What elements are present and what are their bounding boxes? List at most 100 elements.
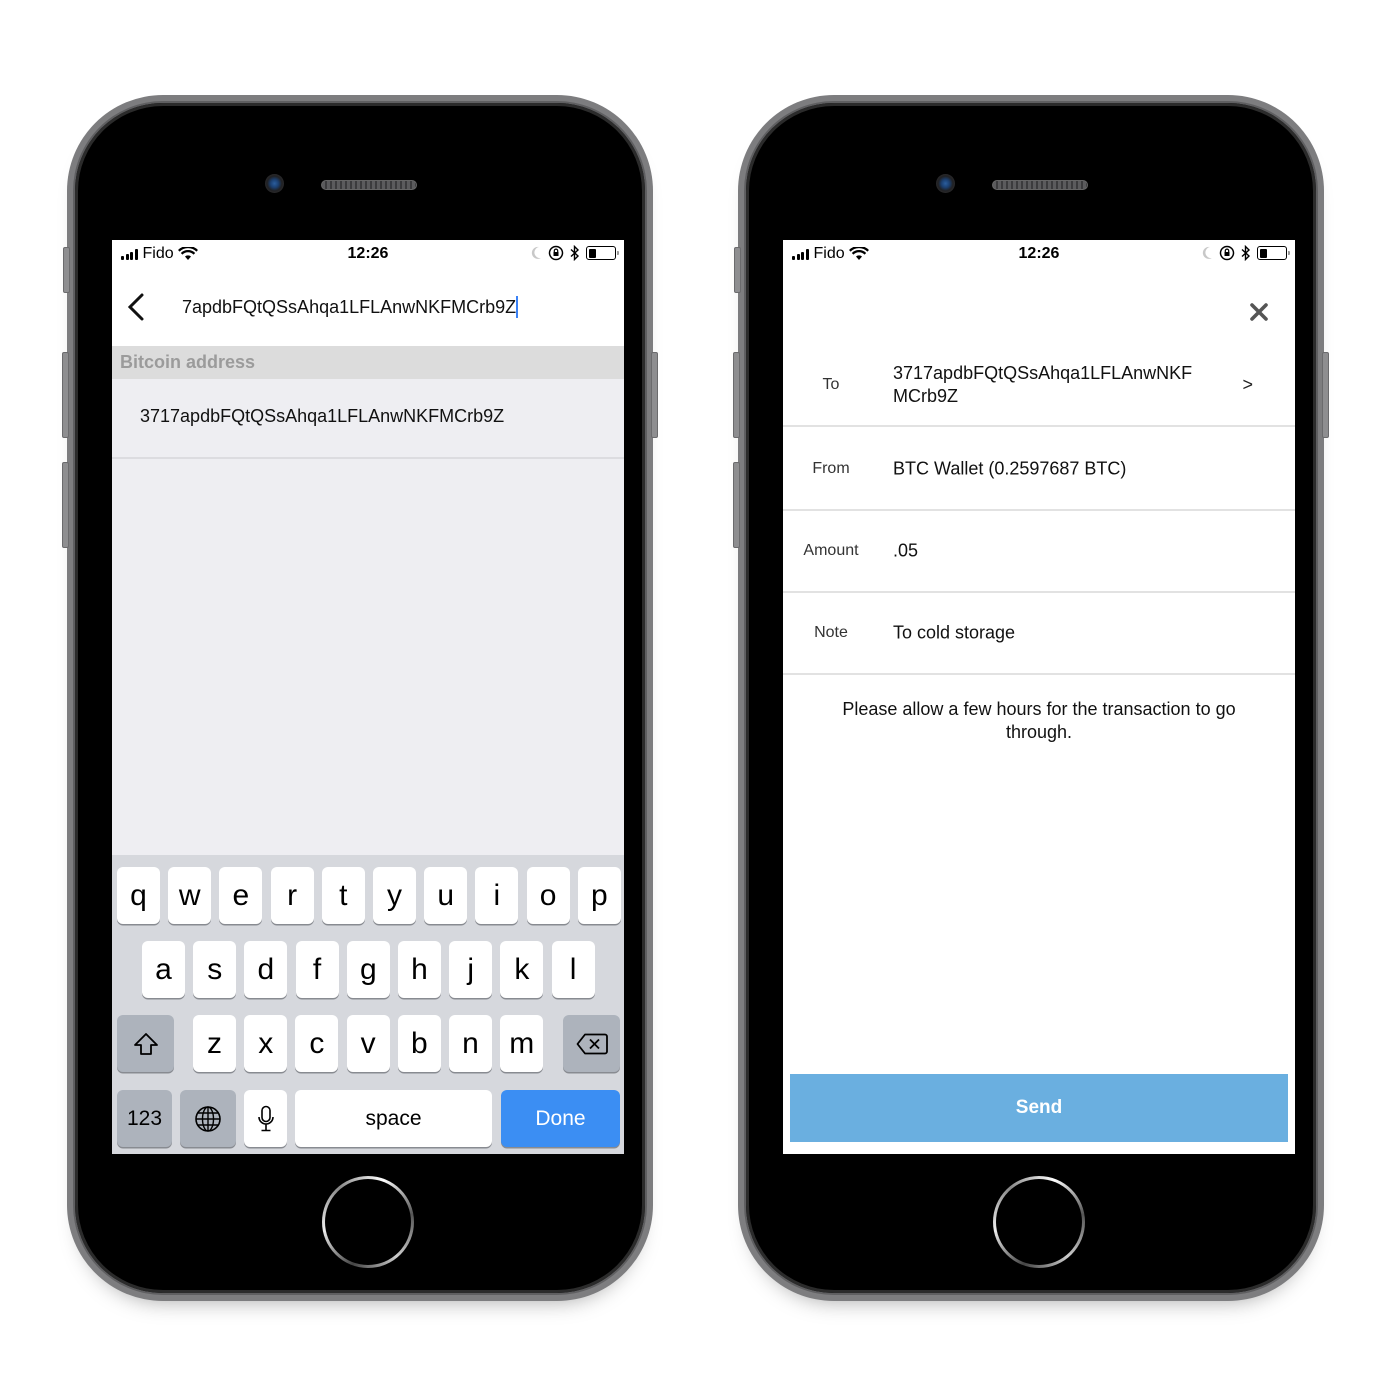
home-button[interactable] xyxy=(322,1176,414,1268)
earpiece-speaker xyxy=(992,180,1088,190)
key-f[interactable]: f xyxy=(295,941,339,998)
key-i[interactable]: i xyxy=(475,867,519,924)
phone-frame-left: Fido 12:26 7apdbFQtQSsAhqa1LFLAnwNKFMCrb… xyxy=(62,95,658,1301)
key-label: z xyxy=(207,1026,222,1060)
key-label: m xyxy=(509,1026,535,1060)
space-key-label: space xyxy=(365,1106,422,1130)
send-screen: Fido 12:26 To 3717apdbFQtQSsAhqa1LFLAnwN… xyxy=(783,240,1295,1154)
key-label: n xyxy=(462,1026,479,1060)
key-q[interactable]: q xyxy=(117,867,160,924)
rotation-lock-icon xyxy=(548,245,564,261)
key-label: u xyxy=(437,878,455,912)
numbers-key[interactable]: 123 xyxy=(117,1090,172,1147)
mute-switch xyxy=(734,247,741,293)
key-label: q xyxy=(130,878,147,912)
key-b[interactable]: b xyxy=(397,1015,441,1072)
key-m[interactable]: m xyxy=(500,1015,544,1072)
microphone-icon xyxy=(257,1105,274,1131)
amount-row[interactable]: Amount .05 xyxy=(783,511,1295,593)
volume-up-button xyxy=(62,352,69,438)
key-l[interactable]: l xyxy=(551,941,595,998)
close-icon[interactable] xyxy=(1247,300,1271,324)
key-s[interactable]: s xyxy=(193,941,237,998)
key-p[interactable]: p xyxy=(577,867,621,924)
battery-icon xyxy=(586,246,619,260)
key-h[interactable]: h xyxy=(398,941,441,998)
mute-switch xyxy=(63,247,70,293)
key-e[interactable]: e xyxy=(219,867,263,924)
key-label: g xyxy=(359,952,377,986)
key-label: j xyxy=(467,952,475,986)
key-label: k xyxy=(514,952,530,986)
key-label: o xyxy=(539,878,557,912)
dictation-key[interactable] xyxy=(244,1090,287,1147)
done-key-label: Done xyxy=(535,1106,586,1130)
key-n[interactable]: n xyxy=(449,1015,492,1072)
earpiece-speaker xyxy=(321,180,417,190)
phone-bezel: Fido 12:26 7apdbFQtQSsAhqa1LFLAnwNKFMCrb… xyxy=(75,103,645,1293)
key-y[interactable]: y xyxy=(373,867,416,924)
front-camera xyxy=(936,174,955,193)
result-item[interactable]: 3717apdbFQtQSsAhqa1LFLAnwNKFMCrb9Z xyxy=(112,379,624,459)
key-w[interactable]: w xyxy=(168,867,212,924)
section-header-bitcoin-address: Bitcoin address xyxy=(112,346,624,379)
globe-key[interactable] xyxy=(180,1090,236,1147)
key-label: s xyxy=(207,952,223,986)
send-button[interactable]: Send xyxy=(790,1074,1288,1142)
keyboard: 123 space Done qwe r t y u i op a sd f gh j k l z x c vbn… xyxy=(112,855,624,1154)
from-row[interactable]: From BTC Wallet (0.2597687 BTC) xyxy=(783,429,1295,511)
home-button[interactable] xyxy=(993,1176,1085,1268)
key-r[interactable]: r xyxy=(270,867,314,924)
battery-icon xyxy=(1257,246,1290,260)
key-label: v xyxy=(360,1026,376,1060)
backspace-key[interactable] xyxy=(563,1015,620,1072)
key-d[interactable]: d xyxy=(244,941,288,998)
note-row[interactable]: Note To cold storage xyxy=(783,593,1295,675)
done-key[interactable]: Done xyxy=(501,1090,620,1147)
key-label: a xyxy=(155,952,172,986)
transaction-info-text: Please allow a few hours for the transac… xyxy=(842,699,1236,742)
power-button xyxy=(651,352,658,438)
address-search-input[interactable]: 7apdbFQtQSsAhqa1LFLAnwNKFMCrb9Z xyxy=(182,294,582,320)
moon-icon xyxy=(1202,246,1212,259)
backspace-icon xyxy=(576,1033,608,1054)
key-a[interactable]: a xyxy=(142,941,185,998)
bluetooth-icon xyxy=(570,245,580,261)
key-x[interactable]: x xyxy=(244,1015,288,1072)
key-t[interactable]: t xyxy=(321,867,365,924)
bluetooth-icon xyxy=(1241,245,1251,261)
text-cursor xyxy=(516,296,519,318)
key-g[interactable]: g xyxy=(346,941,390,998)
search-screen: Fido 12:26 7apdbFQtQSsAhqa1LFLAnwNKFMCrb… xyxy=(112,240,624,1154)
to-value: 3717apdbFQtQSsAhqa1LFLAnwNKFMCrb9Z xyxy=(893,363,1193,406)
volume-down-button xyxy=(733,462,740,548)
note-value[interactable]: To cold storage xyxy=(893,622,1223,645)
to-label: To xyxy=(822,376,840,393)
volume-down-button xyxy=(62,462,69,548)
amount-value[interactable]: .05 xyxy=(893,540,1223,563)
key-label: p xyxy=(590,878,608,912)
front-camera xyxy=(265,174,284,193)
key-label: f xyxy=(312,952,322,986)
shift-key[interactable] xyxy=(117,1015,174,1072)
key-label: w xyxy=(178,878,201,912)
key-u[interactable]: u xyxy=(424,867,468,924)
key-label: i xyxy=(493,878,501,912)
phone-frame-right: Fido 12:26 To 3717apdbFQtQSsAhqa1LFLAnwN… xyxy=(733,95,1329,1301)
chevron-right-icon[interactable]: > xyxy=(1242,375,1253,396)
key-k[interactable]: k xyxy=(500,941,544,998)
to-row[interactable]: To 3717apdbFQtQSsAhqa1LFLAnwNKFMCrb9Z > xyxy=(783,345,1295,427)
key-label: t xyxy=(339,878,348,912)
space-key[interactable]: space xyxy=(295,1090,492,1147)
amount-label: Amount xyxy=(803,542,859,559)
shift-arrow-icon xyxy=(133,1032,158,1055)
key-v[interactable]: v xyxy=(346,1015,390,1072)
key-z[interactable]: z xyxy=(193,1015,236,1072)
back-chevron-icon[interactable] xyxy=(124,292,150,322)
key-label: y xyxy=(387,878,402,912)
volume-up-button xyxy=(733,352,740,438)
key-label: r xyxy=(287,878,298,912)
key-j[interactable]: j xyxy=(449,941,493,998)
key-c[interactable]: c xyxy=(295,1015,339,1072)
key-o[interactable]: o xyxy=(526,867,570,924)
